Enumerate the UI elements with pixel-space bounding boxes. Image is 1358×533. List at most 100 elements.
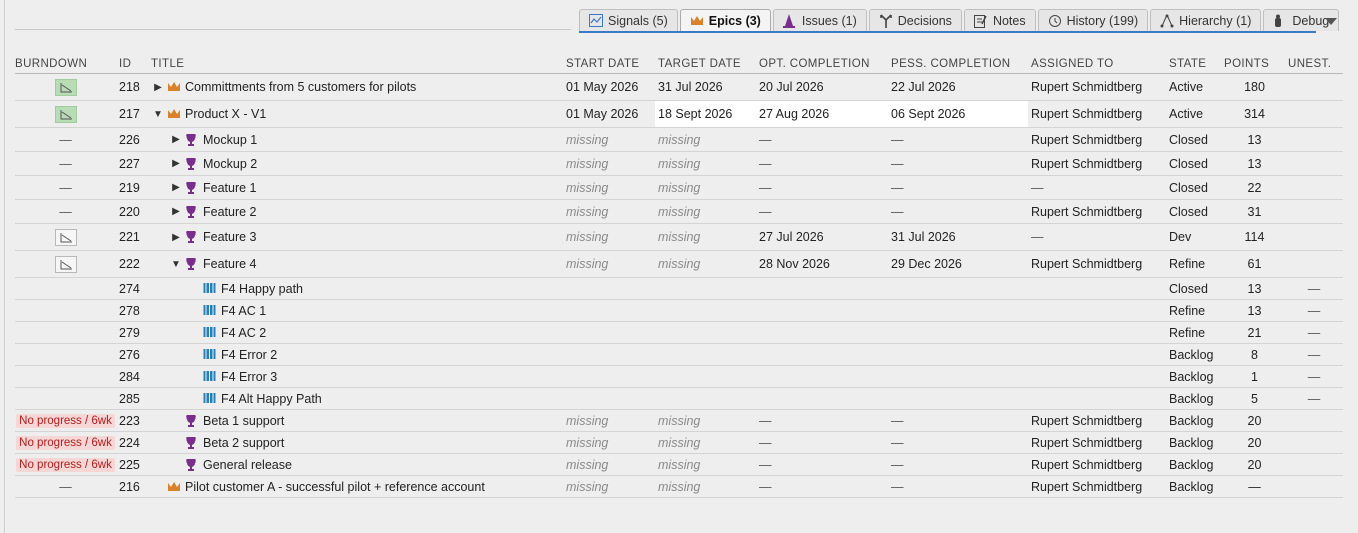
burndown-chart-icon[interactable]	[54, 255, 77, 273]
tab-decisions[interactable]: Decisions	[868, 9, 962, 31]
target-date-cell	[655, 365, 756, 388]
col-header-target-date[interactable]: TARGET DATE	[655, 55, 756, 74]
title-wrap: F4 AC 1	[151, 304, 563, 318]
tab-signals[interactable]: Signals (5)	[579, 9, 678, 31]
item-title-link[interactable]: F4 Alt Happy Path	[221, 392, 322, 406]
pess-completion-value: 29 Dec 2026	[891, 257, 962, 271]
tab-label: History (199)	[1066, 13, 1139, 28]
state-value: Backlog	[1169, 369, 1214, 384]
burndown-cell: No progress / 6wk	[15, 431, 116, 454]
item-title-link[interactable]: F4 Error 3	[221, 370, 277, 384]
tab-epics[interactable]: Epics (3)	[679, 9, 771, 32]
table-row[interactable]: — 220 ▶ Feature 2 missing missing — — Rupert Sch…	[15, 199, 1343, 224]
title-wrap: ▼ Feature 4	[151, 257, 563, 271]
burndown-chart-icon[interactable]	[54, 228, 77, 246]
item-title-link[interactable]: Mockup 2	[203, 157, 257, 171]
table-row[interactable]: 222 ▼ Feature 4 missing missing 28 Nov 2026 29…	[15, 250, 1343, 278]
tab-menu-dropdown-icon[interactable]	[1325, 18, 1337, 25]
table-row[interactable]: 285 F4 Alt Happy Path Backlog 5 —	[15, 387, 1343, 410]
collapse-toggle-icon[interactable]: ▼	[169, 259, 183, 270]
col-header-state[interactable]: STATE	[1166, 55, 1224, 74]
item-title-link[interactable]: Beta 2 support	[203, 436, 284, 450]
assigned-to-cell	[1028, 387, 1166, 410]
col-header-burndown[interactable]: BURNDOWN	[15, 55, 116, 74]
table-row[interactable]: 218 ▶ Committments from 5 customers for pi…	[15, 73, 1343, 101]
item-title-link[interactable]: Mockup 1	[203, 133, 257, 147]
tab-label: Issues (1)	[801, 13, 857, 28]
table-row[interactable]: — 227 ▶ Mockup 2 missing missing — — Rupert Schm…	[15, 151, 1343, 176]
expand-toggle-icon[interactable]: ▶	[169, 206, 183, 217]
table-row[interactable]: 284 F4 Error 3 Backlog 1 —	[15, 365, 1343, 388]
col-header-points[interactable]: POINTS	[1224, 55, 1285, 74]
state-value: Active	[1169, 80, 1204, 94]
table-row[interactable]: 276 F4 Error 2 Backlog 8 —	[15, 343, 1343, 366]
col-header-title[interactable]: TITLE	[148, 55, 563, 74]
table-row[interactable]: No progress / 6wk 225 General release missi…	[15, 453, 1343, 476]
start-date-cell: missing	[563, 199, 655, 224]
collapse-toggle-icon[interactable]: ▼	[151, 109, 165, 120]
col-header-unestimated[interactable]: UNEST.	[1285, 55, 1343, 74]
expand-toggle-icon[interactable]: ▶	[169, 182, 183, 193]
table-row[interactable]: — 219 ▶ Feature 1 missing missing — — — Closed 22	[15, 175, 1343, 200]
assigned-to-value: —	[1031, 180, 1044, 195]
item-title-link[interactable]: F4 AC 2	[221, 326, 266, 340]
table-row[interactable]: 279 F4 AC 2 Refine 21 —	[15, 321, 1343, 344]
tab-notes[interactable]: Notes	[963, 9, 1036, 31]
burndown-chart-icon[interactable]	[54, 105, 77, 123]
target-date-cell	[655, 343, 756, 366]
tab-history[interactable]: History (199)	[1037, 9, 1149, 31]
points-value: —	[1248, 479, 1261, 494]
expand-toggle-icon[interactable]: ▶	[151, 82, 165, 93]
start-date-value: missing	[566, 479, 609, 494]
story-icon	[203, 326, 217, 340]
item-title-link[interactable]: F4 Happy path	[221, 282, 303, 296]
assigned-to-cell: —	[1028, 175, 1166, 200]
item-title-link[interactable]: Feature 2	[203, 205, 257, 219]
item-title-link[interactable]: Pilot customer A - successful pilot + re…	[185, 480, 485, 494]
item-title-link[interactable]: Feature 1	[203, 181, 257, 195]
unestimated-cell	[1285, 223, 1343, 251]
feature-trophy-icon	[185, 436, 199, 450]
item-title-link[interactable]: F4 Error 2	[221, 348, 277, 362]
item-title-link[interactable]: F4 AC 1	[221, 304, 266, 318]
pess-completion-value: 22 Jul 2026	[891, 80, 956, 94]
table-row[interactable]: No progress / 6wk 224 Beta 2 support missin…	[15, 431, 1343, 454]
tab-hierarchy[interactable]: Hierarchy (1)	[1150, 9, 1262, 31]
item-title-link[interactable]: Feature 4	[203, 257, 257, 271]
item-title-link[interactable]: Committments from 5 customers for pilots	[185, 80, 416, 94]
assigned-to-cell: Rupert Schmidtberg	[1028, 250, 1166, 278]
id-cell: 222	[116, 250, 148, 278]
filter-input-underline[interactable]	[15, 29, 571, 30]
state-cell: Closed	[1166, 127, 1224, 152]
assigned-to-value: Rupert Schmidtberg	[1031, 413, 1143, 428]
burndown-cell: —	[15, 127, 116, 152]
col-header-assigned-to[interactable]: ASSIGNED TO	[1028, 55, 1166, 74]
item-title-link[interactable]: Beta 1 support	[203, 414, 284, 428]
item-title-link[interactable]: Product X - V1	[185, 107, 266, 121]
title-wrap: ▶ Feature 1	[151, 181, 563, 195]
table-row[interactable]: 217 ▼ Product X - V1 01 May 2026 18 Sept 202…	[15, 100, 1343, 128]
id-cell: 216	[116, 475, 148, 498]
col-header-opt-completion[interactable]: OPT. COMPLETION	[756, 55, 888, 74]
unestimated-value: —	[1307, 325, 1321, 340]
item-title-link[interactable]: Feature 3	[203, 230, 257, 244]
table-row[interactable]: 278 F4 AC 1 Refine 13 —	[15, 299, 1343, 322]
state-value: Backlog	[1169, 413, 1214, 428]
col-header-id[interactable]: ID	[116, 55, 148, 74]
expand-toggle-icon[interactable]: ▶	[169, 158, 183, 169]
table-row[interactable]: 274 F4 Happy path Closed 13 —	[15, 277, 1343, 300]
col-header-pess-completion[interactable]: PESS. COMPLETION	[888, 55, 1028, 74]
id-cell: 227	[116, 151, 148, 176]
burndown-chart-icon[interactable]	[54, 78, 77, 96]
col-header-start-date[interactable]: START DATE	[563, 55, 655, 74]
item-title-link[interactable]: General release	[203, 458, 292, 472]
table-row[interactable]: No progress / 6wk 223 Beta 1 support missin…	[15, 409, 1343, 432]
tab-issues[interactable]: Issues (1)	[772, 9, 867, 31]
expand-toggle-icon[interactable]: ▶	[169, 134, 183, 145]
burndown-cell	[15, 365, 116, 388]
table-row[interactable]: 221 ▶ Feature 3 missing missing 27 Jul 2026 31…	[15, 223, 1343, 251]
table-row[interactable]: — 216 Pilot customer A - successful pilot …	[15, 475, 1343, 498]
assigned-to-cell	[1028, 343, 1166, 366]
expand-toggle-icon[interactable]: ▶	[169, 232, 183, 243]
table-row[interactable]: — 226 ▶ Mockup 1 missing missing — — Rupert Schm…	[15, 127, 1343, 152]
